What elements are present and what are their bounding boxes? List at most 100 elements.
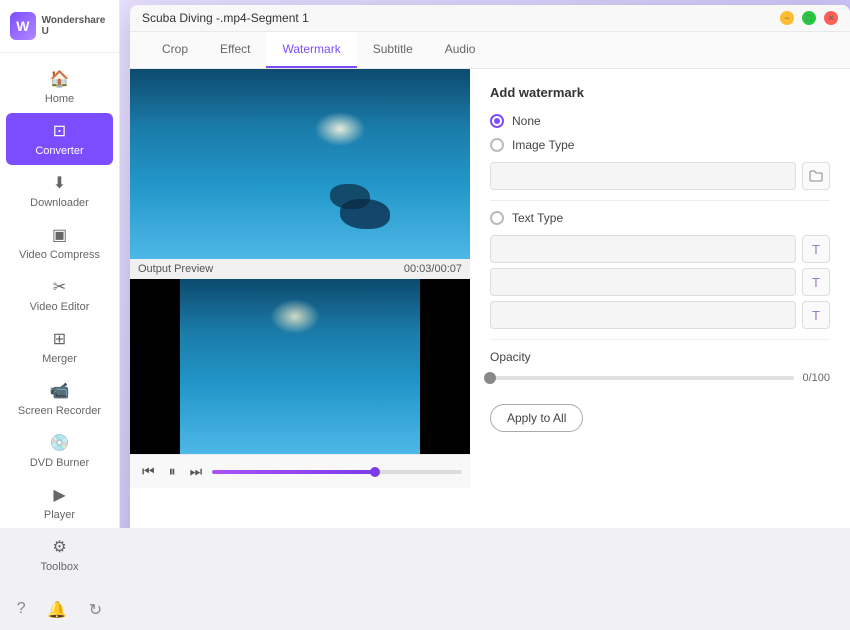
pause-button[interactable]: ⏸: [165, 461, 180, 482]
output-preview-label: Output Preview: [138, 263, 213, 275]
opacity-slider-track[interactable]: [490, 376, 794, 380]
sidebar-item-video-editor[interactable]: ✂ Video Editor: [0, 269, 119, 321]
converter-icon: ⊡: [53, 121, 66, 141]
black-bar-left: [130, 279, 180, 454]
app-area: Speed Conversion Convert Start All Scuba…: [120, 0, 850, 528]
light-glow: [310, 109, 370, 149]
sidebar-item-dvd-burner[interactable]: 💿 DVD Burner: [0, 425, 119, 477]
radio-image-label: Image Type: [512, 138, 574, 152]
input-video-preview: [130, 69, 470, 259]
player-icon: ▶: [53, 485, 65, 505]
image-input-row: [490, 162, 830, 190]
dialog-titlebar: Scuba Diving -.mp4-Segment 1 − □ ✕: [130, 5, 850, 32]
sidebar-label-converter: Converter: [35, 145, 83, 157]
tab-crop[interactable]: Crop: [146, 32, 204, 68]
progress-thumb: [370, 467, 380, 477]
radio-text-type[interactable]: Text Type: [490, 211, 830, 225]
logo-text: Wondershare U: [42, 15, 109, 37]
toolbox-icon: ⚙: [52, 537, 66, 557]
refresh-icon[interactable]: ↻: [89, 600, 102, 620]
editor-icon: ✂: [53, 277, 66, 297]
sidebar-label-home: Home: [45, 93, 74, 105]
sidebar-item-toolbox[interactable]: ⚙ Toolbox: [0, 529, 119, 581]
dialog-title: Scuba Diving -.mp4-Segment 1: [142, 11, 309, 25]
radio-text-circle[interactable]: [490, 211, 504, 225]
progress-fill: [212, 470, 374, 474]
notifications-icon[interactable]: 🔔: [47, 600, 67, 620]
sidebar-item-converter[interactable]: ⊡ Converter: [6, 113, 113, 165]
sidebar-label-dvd: DVD Burner: [30, 457, 89, 469]
sidebar-item-merger[interactable]: ⊞ Merger: [0, 321, 119, 373]
tab-effect[interactable]: Effect: [204, 32, 266, 68]
output-light-glow: [270, 299, 320, 334]
dialog-controls: − □ ✕: [780, 11, 838, 25]
playback-controls: ⏮ ⏸ ⏭: [130, 454, 470, 488]
text-format-btn-3[interactable]: T: [802, 301, 830, 329]
close-button[interactable]: ✕: [824, 11, 838, 25]
radio-none-circle[interactable]: [490, 114, 504, 128]
output-video-canvas: [130, 279, 470, 454]
downloader-icon: ⬇: [53, 173, 66, 193]
video-area: Output Preview 00:03/00:07 ⏮: [130, 69, 470, 528]
opacity-slider-row: 0/100: [490, 372, 830, 384]
progress-bar[interactable]: [212, 470, 462, 474]
diver-silhouette-2: [330, 184, 370, 209]
output-video-preview: [130, 279, 470, 454]
text-watermark-input-1[interactable]: [490, 235, 796, 263]
sidebar-item-player[interactable]: ▶ Player: [0, 477, 119, 529]
sidebar-item-home[interactable]: 🏠 Home: [0, 61, 119, 113]
sidebar-item-screen-recorder[interactable]: 📹 Screen Recorder: [0, 373, 119, 425]
radio-image-circle[interactable]: [490, 138, 504, 152]
radio-none[interactable]: None: [490, 114, 830, 128]
panel-title: Add watermark: [490, 85, 830, 100]
edit-dialog: Scuba Diving -.mp4-Segment 1 − □ ✕ Crop …: [130, 5, 850, 528]
radio-image-type[interactable]: Image Type: [490, 138, 830, 152]
opacity-label: Opacity: [490, 350, 830, 364]
dialog-body: Output Preview 00:03/00:07 ⏮: [130, 69, 850, 528]
input-video-canvas: [130, 69, 470, 259]
tab-subtitle[interactable]: Subtitle: [357, 32, 429, 68]
recorder-icon: 📹: [50, 381, 70, 401]
logo-icon: W: [10, 12, 36, 40]
main-content: Speed Conversion Convert Start All Scuba…: [120, 0, 850, 528]
text-input-row-2: T: [490, 268, 830, 296]
text-watermark-input-3[interactable]: [490, 301, 796, 329]
browse-folder-button[interactable]: [802, 162, 830, 190]
tab-audio[interactable]: Audio: [429, 32, 492, 68]
sidebar-item-video-compress[interactable]: ▣ Video Compress: [0, 217, 119, 269]
tab-watermark[interactable]: Watermark: [266, 32, 356, 68]
sidebar-nav: 🏠 Home ⊡ Converter ⬇ Downloader ▣ Video …: [0, 53, 119, 589]
image-path-input[interactable]: [490, 162, 796, 190]
apply-to-all-button[interactable]: Apply to All: [490, 404, 583, 432]
sidebar-label-recorder: Screen Recorder: [18, 405, 101, 417]
compress-icon: ▣: [52, 225, 67, 245]
opacity-section: Opacity 0/100: [490, 350, 830, 384]
home-icon: 🏠: [50, 69, 70, 89]
maximize-button[interactable]: □: [802, 11, 816, 25]
rewind-button[interactable]: ⏮: [138, 461, 159, 482]
black-bar-right: [420, 279, 470, 454]
opacity-value: 0/100: [802, 372, 830, 384]
dvd-icon: 💿: [50, 433, 70, 453]
sidebar-bottom: ? 🔔 ↻: [0, 589, 119, 630]
help-icon[interactable]: ?: [17, 600, 26, 620]
radio-text-label: Text Type: [512, 211, 563, 225]
dialog-tabs: Crop Effect Watermark Subtitle Audio: [130, 32, 850, 69]
opacity-slider-thumb[interactable]: [484, 372, 496, 384]
app-logo: W Wondershare U: [0, 0, 119, 53]
minimize-button[interactable]: −: [780, 11, 794, 25]
folder-icon: [809, 170, 823, 182]
watermark-panel: Add watermark None Image Type: [470, 69, 850, 528]
play-button[interactable]: ⏭: [186, 461, 207, 482]
divider-1: [490, 200, 830, 201]
sidebar-label-toolbox: Toolbox: [41, 561, 79, 573]
sidebar-label-player: Player: [44, 509, 75, 521]
divider-2: [490, 339, 830, 340]
sidebar-label-merger: Merger: [42, 353, 77, 365]
text-input-row-1: T: [490, 235, 830, 263]
text-format-btn-2[interactable]: T: [802, 268, 830, 296]
text-watermark-input-2[interactable]: [490, 268, 796, 296]
sidebar-item-downloader[interactable]: ⬇ Downloader: [0, 165, 119, 217]
radio-none-label: None: [512, 114, 541, 128]
text-format-btn-1[interactable]: T: [802, 235, 830, 263]
